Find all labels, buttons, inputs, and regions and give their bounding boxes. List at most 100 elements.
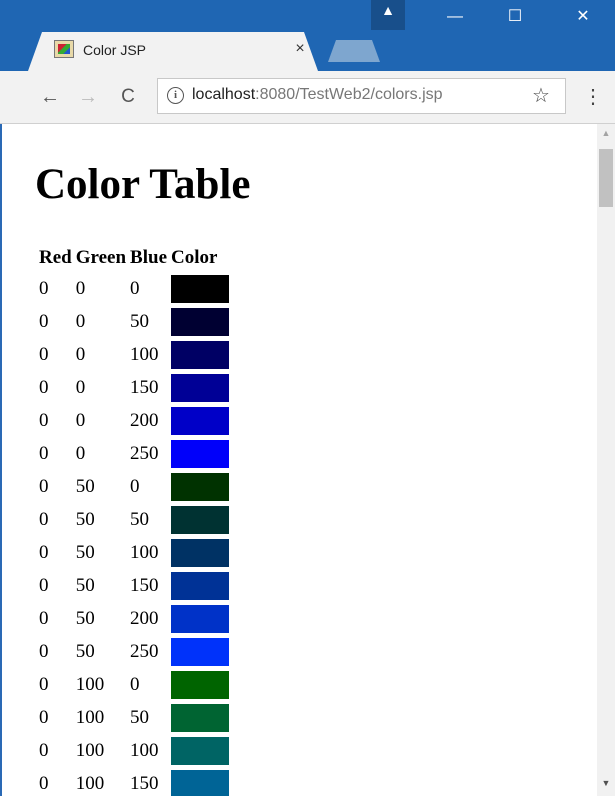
table-row: 0 50 150 xyxy=(38,570,230,601)
cell-green: 100 xyxy=(75,772,105,794)
url-host: localhost xyxy=(192,86,256,103)
cell-red: 0 xyxy=(39,541,49,563)
color-swatch xyxy=(171,604,229,633)
cell-red: 0 xyxy=(39,607,49,629)
cell-green: 100 xyxy=(75,739,105,761)
table-row: 0 50 0 xyxy=(38,471,230,502)
color-swatch xyxy=(171,373,229,402)
cell-red: 0 xyxy=(39,376,49,398)
cell-blue: 250 xyxy=(130,442,159,464)
table-row: 0 0 100 xyxy=(38,339,230,370)
cell-color xyxy=(170,570,230,601)
cell-blue: 0 xyxy=(130,673,140,695)
vertical-scrollbar[interactable]: ▲ ▼ xyxy=(597,124,615,796)
table-row: 0 100 50 xyxy=(38,702,230,733)
cell-green: 0 xyxy=(75,442,86,464)
color-swatch xyxy=(171,307,229,336)
cell-red: 0 xyxy=(39,739,49,761)
column-header-red: Red xyxy=(39,247,72,268)
cell-red: 0 xyxy=(39,673,49,695)
scroll-up-arrow-icon[interactable]: ▲ xyxy=(597,128,615,138)
cell-blue: 50 xyxy=(130,706,150,728)
scroll-down-arrow-icon[interactable]: ▼ xyxy=(597,778,615,788)
table-row: 0 0 200 xyxy=(38,405,230,436)
address-bar[interactable]: i localhost:8080/TestWeb2/colors.jsp ☆ xyxy=(157,78,566,114)
cell-red: 0 xyxy=(39,409,49,431)
cell-green: 50 xyxy=(75,508,95,530)
color-swatch xyxy=(171,505,229,534)
cell-blue: 0 xyxy=(130,475,140,497)
cell-color xyxy=(170,504,230,535)
cell-color xyxy=(170,273,230,304)
cell-red: 0 xyxy=(39,475,49,497)
cell-green: 100 xyxy=(75,706,105,728)
cell-red: 0 xyxy=(39,772,49,794)
color-swatch xyxy=(171,637,229,666)
table-row: 0 50 50 xyxy=(38,504,230,535)
table-row: 0 50 100 xyxy=(38,537,230,568)
cell-color xyxy=(170,735,230,766)
info-icon[interactable]: i xyxy=(167,87,184,104)
tab-close-icon[interactable]: × xyxy=(290,40,310,58)
new-tab-button[interactable] xyxy=(328,40,380,62)
column-header-green: Green xyxy=(75,247,127,268)
cell-color xyxy=(170,405,230,436)
cell-blue: 100 xyxy=(130,739,159,761)
back-button[interactable]: ← xyxy=(37,84,63,110)
cell-color xyxy=(170,372,230,403)
title-bar: Color JSP × ▲ — ☐ ✕ xyxy=(0,0,615,71)
cell-blue: 200 xyxy=(130,607,159,629)
color-swatch xyxy=(171,538,229,567)
color-swatch xyxy=(171,340,229,369)
cell-color xyxy=(170,306,230,337)
cell-blue: 50 xyxy=(130,310,150,332)
cell-red: 0 xyxy=(39,277,49,299)
reload-button[interactable]: C xyxy=(115,84,141,110)
cell-blue: 50 xyxy=(130,508,150,530)
cell-green: 0 xyxy=(75,376,86,398)
browser-tab[interactable]: Color JSP × xyxy=(28,32,318,71)
cell-green: 0 xyxy=(75,277,86,299)
cell-blue: 200 xyxy=(130,409,159,431)
color-swatch xyxy=(171,472,229,501)
cell-color xyxy=(170,702,230,733)
scroll-thumb[interactable] xyxy=(599,149,613,207)
cell-red: 0 xyxy=(39,343,49,365)
cell-color xyxy=(170,603,230,634)
table-row: 0 0 50 xyxy=(38,306,230,337)
color-swatch xyxy=(171,703,229,732)
cell-blue: 100 xyxy=(130,541,159,563)
cell-blue: 250 xyxy=(130,640,159,662)
cell-red: 0 xyxy=(39,640,49,662)
table-row: 0 50 250 xyxy=(38,636,230,667)
color-swatch xyxy=(171,274,229,303)
page-title: Color Table xyxy=(35,161,251,208)
url-path: :8080/TestWeb2/colors.jsp xyxy=(255,86,443,103)
profile-button[interactable]: ▲ xyxy=(371,0,405,30)
maximize-button[interactable]: ☐ xyxy=(492,0,538,34)
url-text[interactable]: localhost:8080/TestWeb2/colors.jsp xyxy=(192,86,443,104)
table-row: 0 0 250 xyxy=(38,438,230,469)
cell-color xyxy=(170,537,230,568)
minimize-button[interactable]: — xyxy=(432,0,478,34)
tab-title: Color JSP xyxy=(83,42,147,58)
cell-red: 0 xyxy=(39,508,49,530)
color-swatch xyxy=(171,736,229,765)
cell-blue: 150 xyxy=(130,772,159,794)
cell-color xyxy=(170,669,230,700)
cell-green: 50 xyxy=(75,475,95,497)
cell-red: 0 xyxy=(39,310,49,332)
column-header-color: Color xyxy=(171,247,218,268)
table-row: 0 100 100 xyxy=(38,735,230,766)
color-table: Red Green Blue Color 0 0 0 0 0 50 0 0 100 0 0 150 0 0… xyxy=(36,243,232,796)
cell-green: 0 xyxy=(75,343,86,365)
bookmark-star-icon[interactable]: ☆ xyxy=(532,83,550,108)
forward-button[interactable]: → xyxy=(75,84,101,110)
close-window-button[interactable]: ✕ xyxy=(560,0,606,34)
kebab-menu-icon[interactable]: ⋮ xyxy=(583,84,603,110)
cell-green: 0 xyxy=(75,310,86,332)
cell-red: 0 xyxy=(39,574,49,596)
cell-green: 50 xyxy=(75,541,95,563)
cell-blue: 150 xyxy=(130,376,159,398)
cell-green: 50 xyxy=(75,574,95,596)
